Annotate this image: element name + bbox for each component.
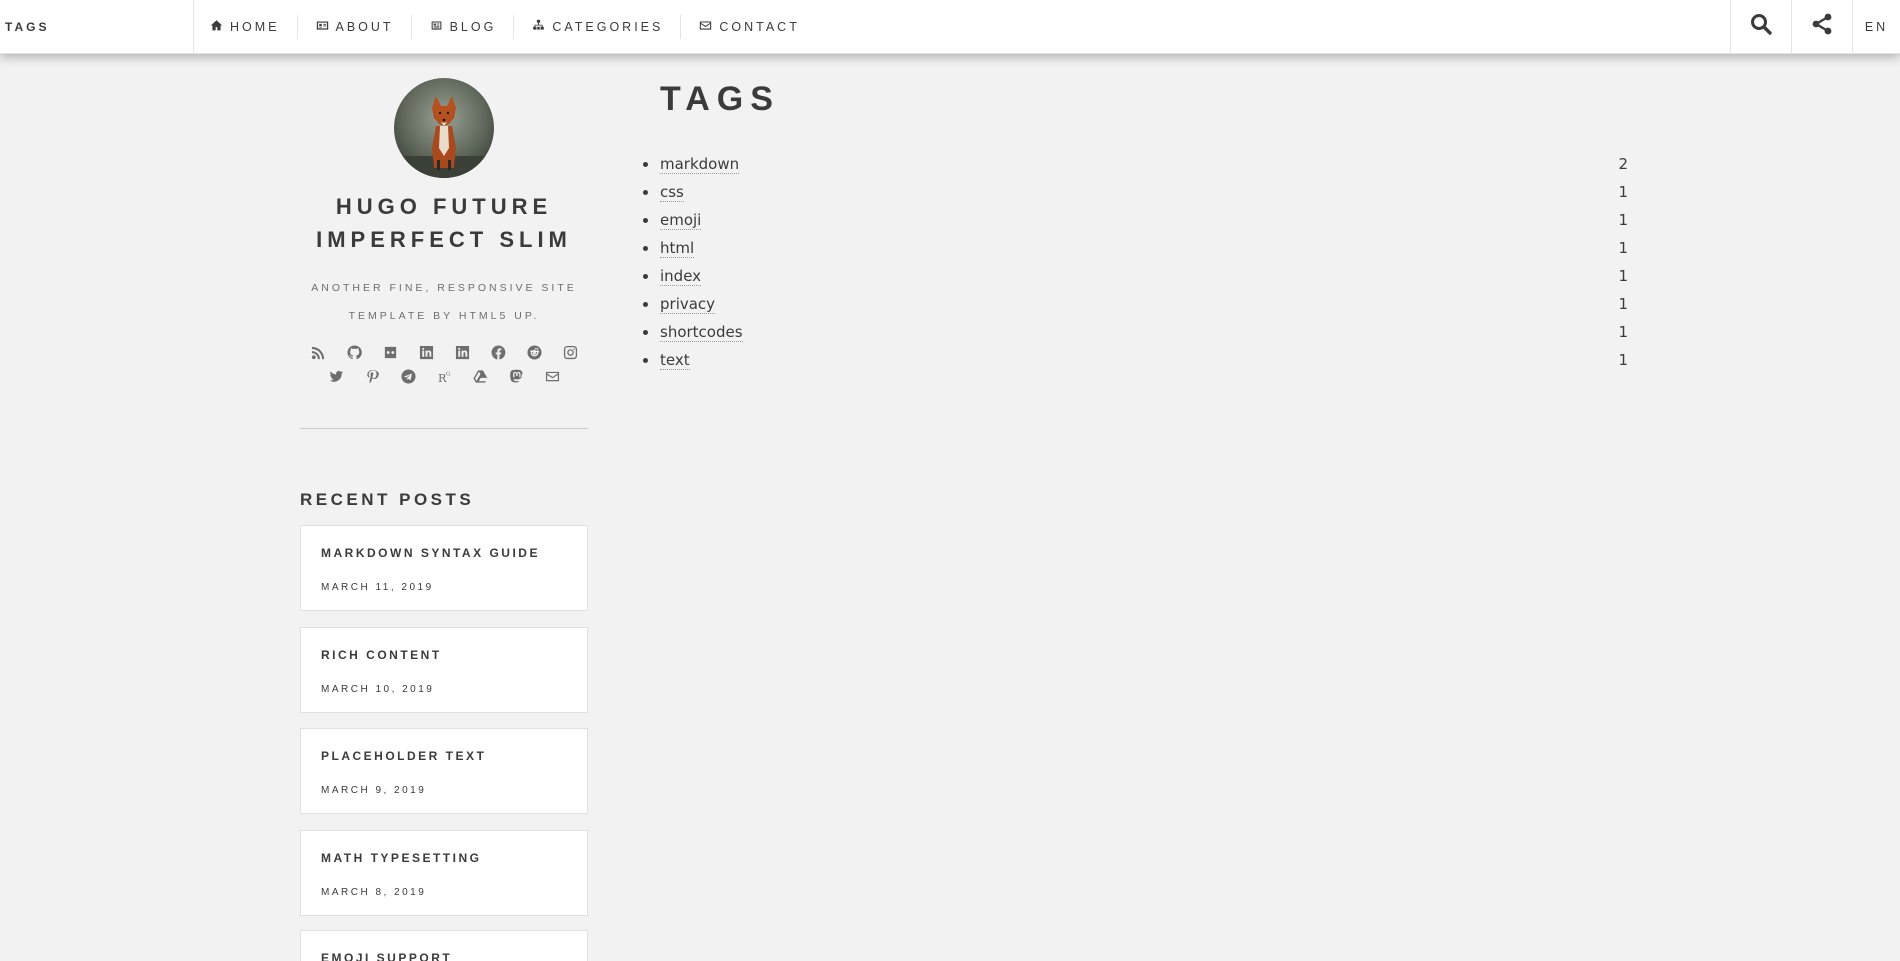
site-subtitle: ANOTHER FINE, RESPONSIVE SITE TEMPLATE B… — [311, 282, 577, 322]
nav-home[interactable]: HOME — [210, 14, 298, 39]
share-icon — [1810, 12, 1834, 41]
tag-list-item: emoji 1 — [643, 206, 1628, 234]
envelope-icon — [699, 19, 712, 35]
nav-categories-label: CATEGORIES — [552, 19, 664, 34]
tag-link[interactable]: css — [660, 183, 684, 202]
page-title: TAGS — [660, 80, 780, 118]
tag-count: 1 — [1618, 295, 1628, 313]
recent-posts-heading: RECENT POSTS — [300, 490, 475, 509]
nav-blog[interactable]: BLOG — [430, 14, 515, 39]
tag-link[interactable]: text — [660, 351, 690, 370]
linkedin-square-icon[interactable] — [454, 344, 470, 360]
tag-list-item: html 1 — [643, 234, 1628, 262]
language-switcher[interactable]: EN — [1852, 0, 1900, 53]
tag-count: 1 — [1618, 239, 1628, 257]
tag-count: 1 — [1618, 183, 1628, 201]
tag-count: 2 — [1618, 155, 1628, 173]
linkedin-icon[interactable] — [418, 344, 434, 360]
tag-list-item: privacy 1 — [643, 290, 1628, 318]
tag-count: 1 — [1618, 323, 1628, 341]
tag-list: markdown 2 css 1 emoji 1 html 1 index 1 … — [643, 150, 1628, 374]
tag-list-item: text 1 — [643, 346, 1628, 374]
recent-post-card[interactable]: MARKDOWN SYNTAX GUIDE MARCH 11, 2019 — [300, 525, 588, 611]
fox-photo — [394, 78, 494, 178]
nav-blog-label: BLOG — [449, 19, 497, 34]
tag-link[interactable]: shortcodes — [660, 323, 743, 342]
tag-count: 1 — [1618, 211, 1628, 229]
tag-link[interactable]: html — [660, 239, 695, 258]
svg-text:G: G — [445, 371, 450, 377]
nav-home-label: HOME — [230, 19, 280, 34]
recent-post-date: MARCH 11, 2019 — [321, 582, 434, 593]
sitemap-icon — [532, 19, 545, 35]
tag-list-item: shortcodes 1 — [643, 318, 1628, 346]
recent-post-date: MARCH 9, 2019 — [321, 785, 427, 796]
tag-link[interactable]: index — [660, 267, 702, 286]
recent-post-date: MARCH 10, 2019 — [321, 684, 435, 695]
id-card-icon — [316, 19, 329, 35]
recent-post-title[interactable]: EMOJI SUPPORT — [321, 951, 452, 961]
recent-post-title[interactable]: RICH CONTENT — [321, 648, 442, 662]
tag-list-item: css 1 — [643, 178, 1628, 206]
tag-count: 1 — [1618, 351, 1628, 369]
social-links: RG — [300, 344, 588, 384]
flickr-icon[interactable] — [382, 344, 398, 360]
recent-post-title[interactable]: PLACEHOLDER TEXT — [321, 749, 486, 763]
header-brand[interactable]: TAGS — [0, 0, 194, 53]
sidebar-divider — [300, 428, 588, 429]
nav-about[interactable]: ABOUT — [316, 14, 412, 39]
recent-post-card[interactable]: RICH CONTENT MARCH 10, 2019 — [300, 627, 588, 713]
nav-contact[interactable]: CONTACT — [699, 19, 818, 35]
tag-link[interactable]: markdown — [660, 155, 740, 174]
top-header: TAGS HOME ABOUT BLOG CATEGORIES CONTACT — [0, 0, 1900, 54]
pinterest-icon[interactable] — [364, 368, 380, 384]
rss-icon[interactable] — [310, 344, 326, 360]
telegram-icon[interactable] — [400, 368, 416, 384]
researchgate-icon[interactable]: RG — [436, 368, 452, 384]
reddit-icon[interactable] — [526, 344, 542, 360]
recent-post-date: MARCH 8, 2019 — [321, 887, 427, 898]
facebook-icon[interactable] — [490, 344, 506, 360]
tag-list-item: markdown 2 — [643, 150, 1628, 178]
recent-post-title[interactable]: MATH TYPESETTING — [321, 851, 481, 865]
tag-link[interactable]: emoji — [660, 211, 702, 230]
home-icon — [210, 19, 223, 35]
tag-list-item: index 1 — [643, 262, 1628, 290]
github-icon[interactable] — [346, 344, 362, 360]
twitter-icon[interactable] — [328, 368, 344, 384]
header-actions: EN — [1730, 0, 1900, 53]
search-icon — [1749, 12, 1773, 41]
site-title[interactable]: HUGO FUTURE IMPERFECT SLIM — [300, 190, 588, 256]
nav-categories[interactable]: CATEGORIES — [532, 14, 682, 39]
search-button[interactable] — [1730, 0, 1791, 53]
nav-contact-label: CONTACT — [719, 19, 800, 34]
instagram-icon[interactable] — [562, 344, 578, 360]
recent-post-title[interactable]: MARKDOWN SYNTAX GUIDE — [321, 546, 540, 560]
main-nav: HOME ABOUT BLOG CATEGORIES CONTACT — [194, 0, 836, 53]
avatar[interactable] — [394, 78, 494, 178]
tag-link[interactable]: privacy — [660, 295, 716, 314]
google-drive-icon[interactable] — [472, 368, 488, 384]
share-button[interactable] — [1791, 0, 1852, 53]
recent-post-card[interactable]: PLACEHOLDER TEXT MARCH 9, 2019 — [300, 728, 588, 814]
nav-about-label: ABOUT — [335, 19, 394, 34]
newspaper-icon — [430, 19, 443, 35]
recent-post-card[interactable]: EMOJI SUPPORT — [300, 930, 588, 961]
envelope-icon[interactable] — [544, 368, 560, 384]
mastodon-icon[interactable] — [508, 368, 524, 384]
tag-count: 1 — [1618, 267, 1628, 285]
recent-post-card[interactable]: MATH TYPESETTING MARCH 8, 2019 — [300, 830, 588, 916]
